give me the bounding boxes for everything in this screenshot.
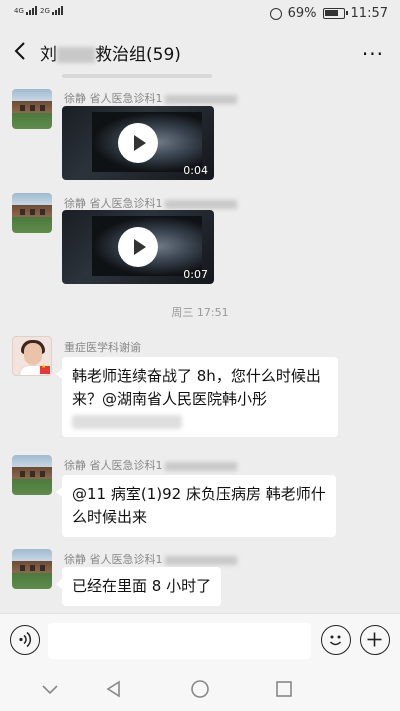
plus-icon[interactable] xyxy=(360,625,390,655)
play-icon[interactable] xyxy=(118,227,158,267)
sender-name: 重症医学科谢谕 xyxy=(64,341,141,354)
signal-2g-label: 2G xyxy=(40,7,50,15)
chat-header: 刘 救治组(59) ··· xyxy=(0,28,400,74)
nav-home-icon[interactable] xyxy=(190,679,210,699)
chat-title: 刘 救治组(59) xyxy=(40,40,181,65)
avatar[interactable] xyxy=(12,193,52,233)
text-bubble[interactable]: @11 病室(1)92 床负压病房 韩老师什么时候出来 xyxy=(56,475,336,537)
signal-2g-icon: 2G xyxy=(40,6,64,15)
signal-4g-label: 4G xyxy=(14,7,24,15)
sender-name: 徐静 省人医急诊科1 xyxy=(64,457,237,473)
nav-back-icon[interactable] xyxy=(104,679,124,699)
back-arrow-icon[interactable] xyxy=(10,40,32,62)
sender-name: 徐静 省人医急诊科1 xyxy=(64,90,237,106)
hide-keyboard-icon[interactable] xyxy=(40,679,60,699)
more-icon[interactable]: ··· xyxy=(362,42,384,66)
input-bar xyxy=(0,613,400,667)
flag-icon xyxy=(40,363,50,374)
text-bubble[interactable]: 已经在里面 8 小时了 xyxy=(55,567,222,606)
system-nav-bar xyxy=(0,667,400,711)
message-text: 韩老师连续奋战了 8h，您什么时候出来？@湖南省人民医院韩小彤 xyxy=(72,367,321,408)
sender-name: 徐静 省人医急诊科1 xyxy=(64,195,237,211)
video-duration: 0:07 xyxy=(183,268,208,281)
text-bubble[interactable]: 韩老师连续奋战了 8h，您什么时候出来？@湖南省人民医院韩小彤 xyxy=(56,357,338,437)
redacted-name xyxy=(57,47,95,63)
play-icon[interactable] xyxy=(118,123,158,163)
chat-title-suffix: 救治组(59) xyxy=(95,45,181,65)
nav-recents-icon[interactable] xyxy=(274,679,294,699)
avatar[interactable] xyxy=(12,549,52,589)
video-message[interactable]: 0:07 xyxy=(62,210,214,284)
redacted-text xyxy=(72,415,182,429)
sender-name: 徐静 省人医急诊科1 xyxy=(64,551,237,567)
emoji-icon[interactable] xyxy=(321,625,351,655)
video-duration: 0:04 xyxy=(183,164,208,177)
battery-percent: 69% xyxy=(287,6,317,21)
message-text: @11 病室(1)92 床负压病房 韩老师什么时候出来 xyxy=(72,485,326,526)
status-bar: 4G 2G 69% 11:57 xyxy=(0,0,400,28)
voice-icon[interactable] xyxy=(10,625,40,655)
previous-message-edge xyxy=(62,74,212,78)
message-text: 已经在里面 8 小时了 xyxy=(72,577,212,595)
battery-icon xyxy=(322,8,348,19)
clock: 11:57 xyxy=(350,6,388,21)
avatar[interactable] xyxy=(12,455,52,495)
alarm-icon xyxy=(269,7,282,20)
chat-title-prefix: 刘 xyxy=(40,45,57,65)
time-separator: 周三 17:51 xyxy=(171,306,229,319)
message-input[interactable] xyxy=(48,623,311,659)
avatar[interactable] xyxy=(12,89,52,129)
signal-4g-icon: 4G xyxy=(14,6,38,15)
video-message[interactable]: 0:04 xyxy=(62,106,214,180)
